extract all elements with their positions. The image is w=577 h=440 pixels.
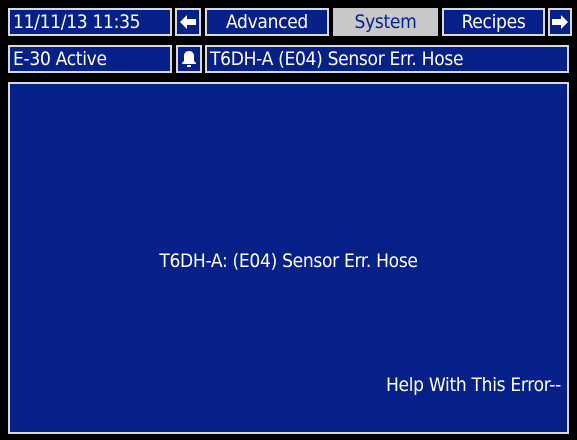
tab-recipes[interactable]: Recipes	[442, 8, 545, 36]
prev-screen-button[interactable]	[175, 8, 201, 36]
left-arrow-icon	[180, 15, 196, 29]
tab-advanced-label: Advanced	[225, 11, 308, 33]
active-error-message: T6DH-A (E04) Sensor Err. Hose	[205, 45, 569, 73]
tab-system-label: System	[354, 11, 417, 33]
bell-alarm-icon	[182, 51, 196, 67]
datetime-text: 11/11/13 11:35	[13, 10, 141, 33]
next-screen-button[interactable]	[548, 8, 572, 36]
right-arrow-icon	[552, 15, 568, 29]
error-code-text: E-30 Active	[13, 47, 107, 70]
tab-advanced[interactable]: Advanced	[205, 8, 329, 36]
tab-recipes-label: Recipes	[461, 11, 526, 33]
datetime-display: 11/11/13 11:35	[8, 8, 172, 36]
active-error-code: E-30 Active	[8, 45, 172, 73]
error-detail-panel: T6DH-A: (E04) Sensor Err. Hose Help With…	[8, 82, 569, 434]
error-description: T6DH-A: (E04) Sensor Err. Hose	[159, 250, 418, 272]
alarm-indicator	[176, 45, 202, 73]
help-with-error-link[interactable]: Help With This Error--	[386, 374, 561, 396]
error-message-text: T6DH-A (E04) Sensor Err. Hose	[210, 47, 464, 70]
tab-system[interactable]: System	[333, 8, 438, 36]
